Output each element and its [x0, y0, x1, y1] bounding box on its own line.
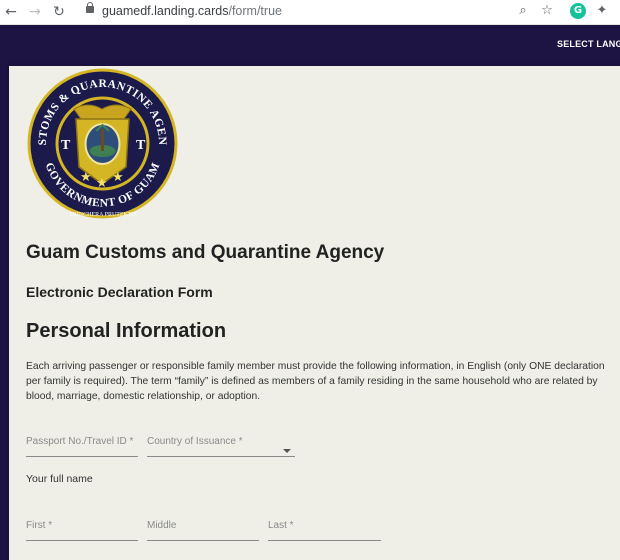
browser-toolbar: ← → ↻ guamedf.landing.cards/form/true ⌕ … — [0, 0, 620, 25]
svg-text:★: ★ — [80, 170, 92, 185]
site-header: SELECT LANGU — [0, 25, 620, 63]
first-name-field[interactable]: First * — [26, 518, 138, 541]
agency-seal-logo: CUSTOMS & QUARANTINE AGENCY GOVERNMENT O… — [26, 67, 178, 219]
passport-label: Passport No./Travel ID * — [26, 436, 134, 447]
reload-icon[interactable]: ↻ — [50, 3, 68, 21]
svg-text:★: ★ — [96, 176, 108, 191]
agency-title: Guam Customs and Quarantine Agency — [26, 242, 385, 263]
intro-paragraph: Each arriving passenger or responsible f… — [26, 361, 605, 402]
url-text: guamedf.landing.cards/form/true — [102, 4, 282, 18]
url-domain: guamedf.landing.cards — [102, 4, 229, 18]
country-label: Country of Issuance * — [147, 436, 243, 447]
last-name-label: Last * — [268, 520, 294, 531]
seal-motto: TRINCHERA PRUTEKTO — [69, 212, 136, 218]
section-title: Personal Information — [26, 320, 227, 342]
passport-field[interactable]: Passport No./Travel ID * — [26, 434, 138, 457]
address-bar[interactable]: guamedf.landing.cards/form/true — [78, 1, 618, 23]
lock-icon — [86, 2, 94, 13]
middle-name-field[interactable]: Middle — [147, 518, 259, 541]
forward-arrow-icon[interactable]: → — [26, 3, 44, 21]
last-name-field[interactable]: Last * — [268, 518, 381, 541]
first-name-label: First * — [26, 520, 53, 531]
form-title: Electronic Declaration Form — [26, 284, 213, 300]
extensions-puzzle-icon[interactable]: ✦ — [594, 3, 610, 19]
svg-text:★: ★ — [112, 170, 124, 185]
grammarly-extension-icon[interactable]: G — [570, 3, 586, 19]
language-selector[interactable]: SELECT LANGU — [557, 39, 620, 49]
dropdown-arrow-icon — [283, 449, 291, 453]
middle-name-label: Middle — [147, 520, 177, 531]
url-path: /form/true — [228, 4, 282, 18]
back-arrow-icon[interactable]: ← — [2, 3, 20, 21]
full-name-heading: Your full name — [26, 473, 93, 485]
svg-text:T: T — [61, 138, 71, 153]
zoom-icon[interactable]: ⌕ — [515, 3, 531, 19]
country-select[interactable]: Country of Issuance * — [147, 434, 295, 457]
svg-text:T: T — [136, 138, 146, 153]
bookmark-star-icon[interactable]: ☆ — [539, 3, 555, 19]
